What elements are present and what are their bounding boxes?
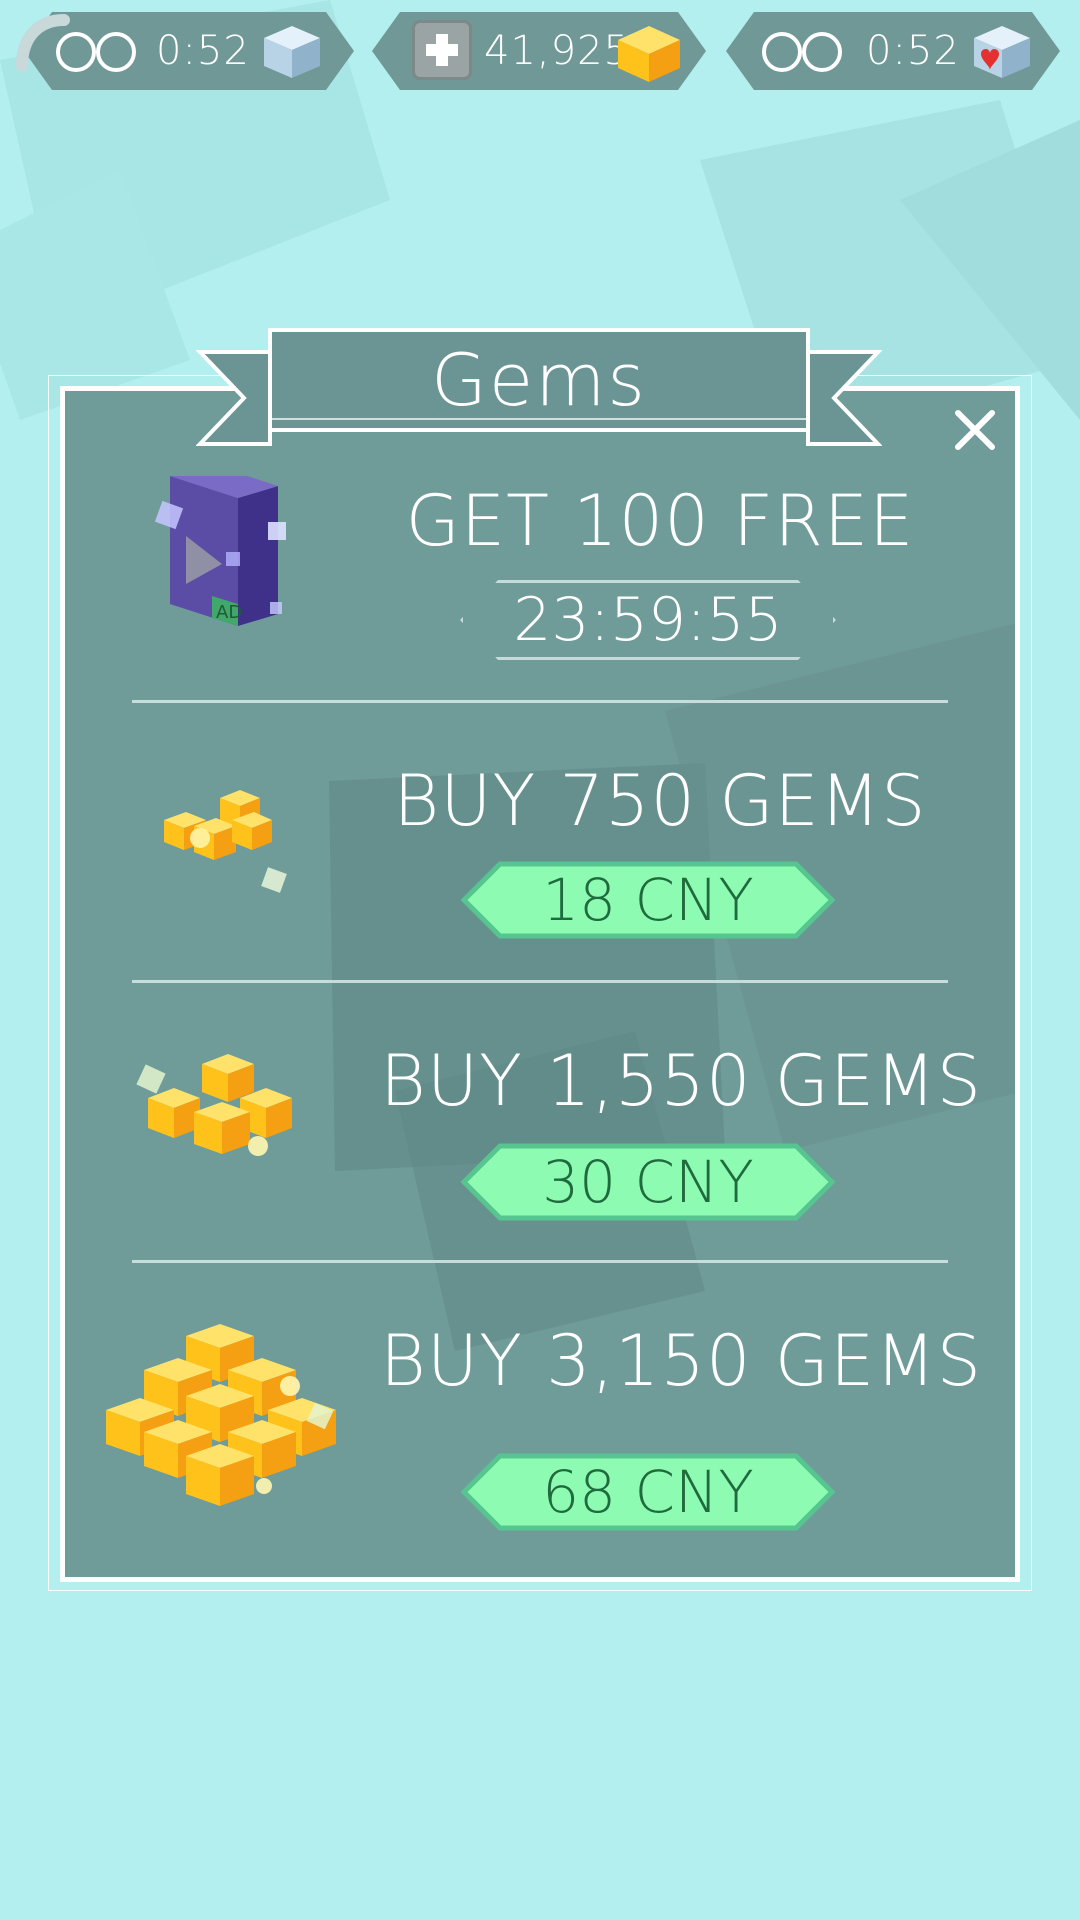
ad-video-icon[interactable]: AD (150, 476, 300, 646)
price-label: 68 CNY (542, 1458, 754, 1526)
offer-1550-title: BUY 1,550 GEMS (380, 1040, 983, 1122)
gold-gem-icon (616, 24, 682, 84)
white-cube-icon (262, 24, 322, 80)
offer-750-title: BUY 750 GEMS (393, 760, 927, 842)
close-icon[interactable] (950, 405, 1000, 455)
large-gem-pile-icon (106, 1324, 336, 1506)
heart-cube-icon (972, 24, 1032, 82)
svg-text:AD: AD (216, 602, 242, 623)
free-offer-timer: 23:59:55 (513, 585, 783, 655)
infinity-icon (760, 31, 846, 73)
medium-gem-pile-icon (136, 1054, 292, 1156)
small-gem-pile-icon (164, 790, 287, 893)
offer-3150-title: BUY 3,150 GEMS (380, 1320, 983, 1402)
row-divider (132, 700, 948, 703)
row-divider (132, 980, 948, 983)
buy-750-gems-button[interactable]: 18 CNY (460, 860, 836, 940)
gem-balance: 41,925 (372, 12, 706, 90)
right-timer: 0:52 (866, 28, 960, 74)
free-offer-title: GET 100 FREE (405, 480, 915, 562)
buy-3150-gems-button[interactable]: 68 CNY (460, 1452, 836, 1532)
dialog-title: Gems (431, 338, 647, 422)
lives-timer-right[interactable]: 0:52 (726, 12, 1060, 90)
left-timer: 0:52 (156, 28, 250, 74)
gem-count: 41,925 (484, 28, 630, 74)
buy-1550-gems-button[interactable]: 30 CNY (460, 1142, 836, 1222)
add-gems-button[interactable] (412, 20, 472, 80)
price-label: 30 CNY (542, 1148, 754, 1216)
row-divider (132, 1260, 948, 1263)
price-label: 18 CNY (542, 866, 754, 934)
refresh-arc-icon (16, 14, 70, 72)
lives-timer-left[interactable]: 0:52 (24, 12, 354, 90)
